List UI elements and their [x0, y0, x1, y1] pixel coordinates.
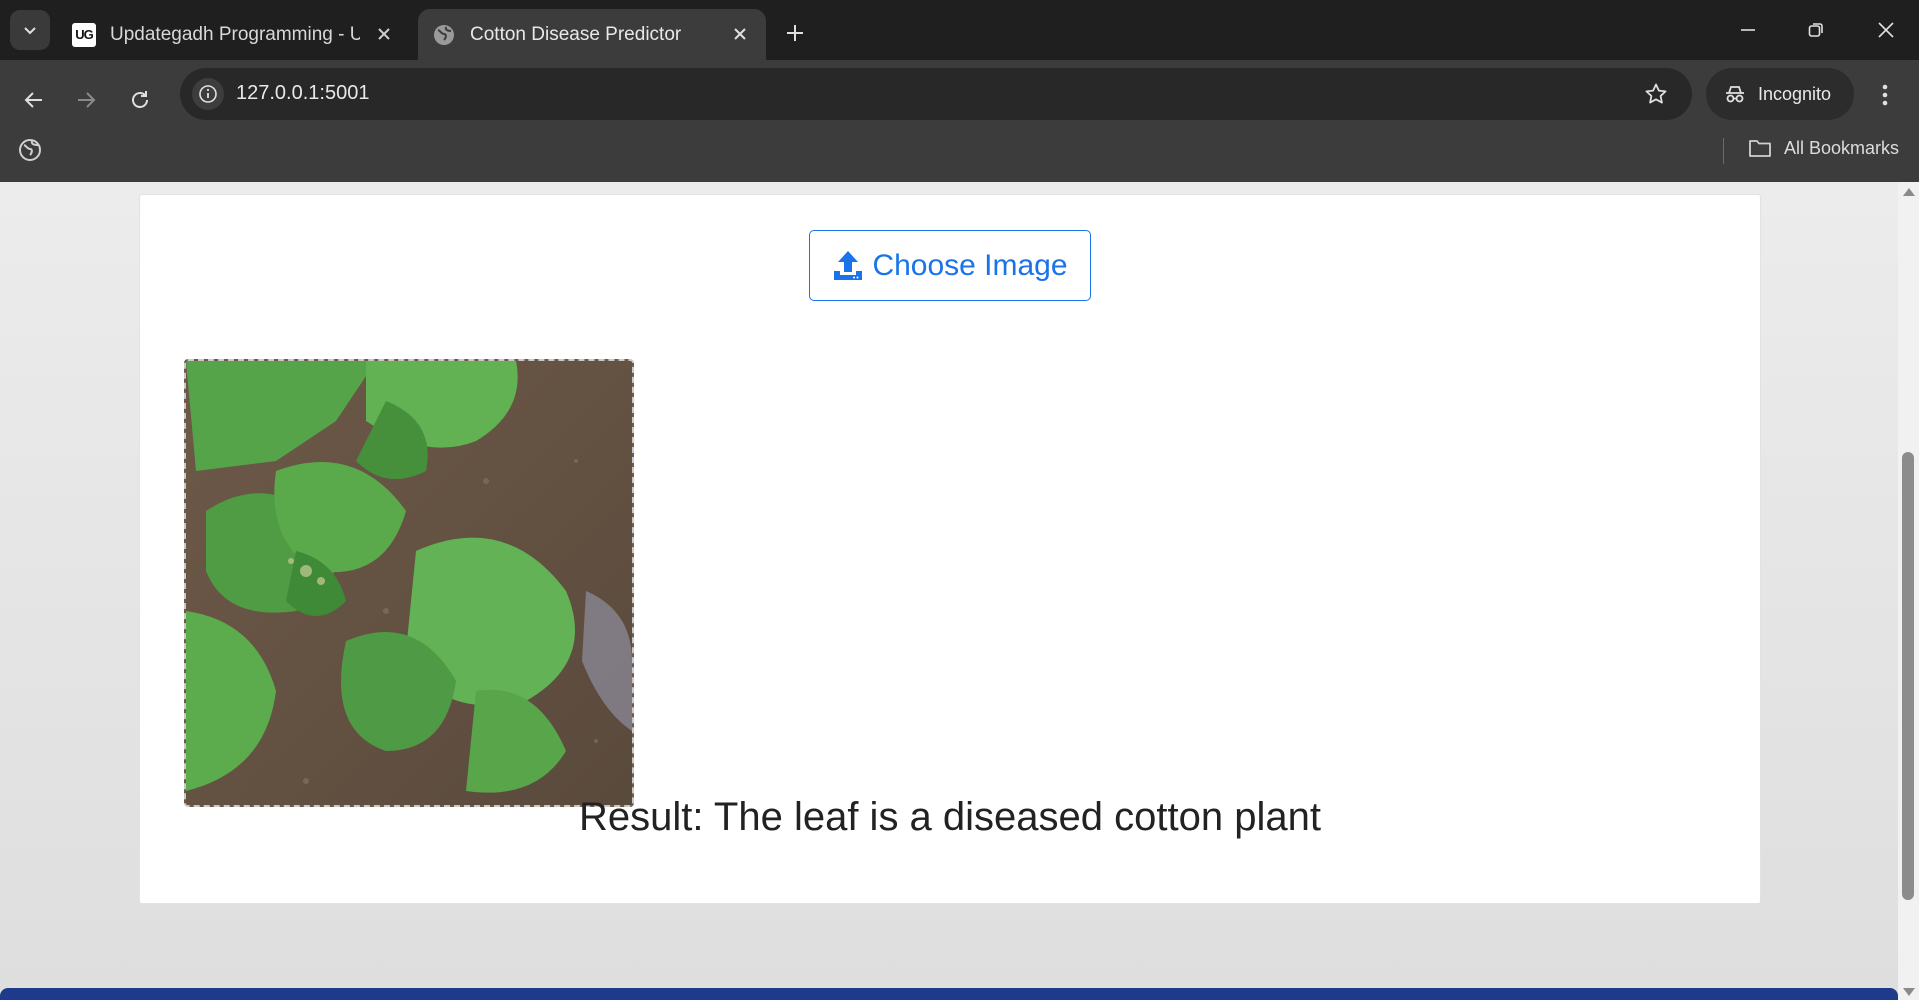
incognito-label: Incognito — [1758, 83, 1832, 104]
upload-icon — [834, 250, 863, 280]
minimize-icon — [1741, 29, 1755, 31]
ug-logo-icon: UG — [72, 22, 96, 47]
arrow-left-icon — [24, 92, 42, 108]
all-bookmarks-label: All Bookmarks — [1784, 137, 1900, 158]
arrow-right-icon — [78, 92, 96, 108]
cotton-leaf-photo — [186, 361, 632, 805]
reload-icon — [132, 91, 148, 108]
page-viewport: Choose Image Result: The leaf is a disea… — [0, 182, 1898, 1000]
restore-button[interactable] — [1796, 14, 1836, 46]
bookmark-divider — [1723, 138, 1724, 164]
tab-strip: UG Updategadh Programming - Up Cotton Di… — [0, 0, 1919, 60]
choose-image-button[interactable]: Choose Image — [809, 230, 1091, 301]
scrollbar-thumb[interactable] — [1902, 452, 1914, 900]
reload-button[interactable] — [120, 80, 160, 120]
incognito-badge[interactable]: Incognito — [1706, 68, 1854, 120]
predictor-card: Choose Image Result: The leaf is a disea… — [139, 194, 1761, 904]
new-tab-button[interactable] — [780, 18, 810, 48]
info-icon[interactable] — [192, 78, 224, 110]
choose-image-label: Choose Image — [872, 248, 1068, 282]
bookmark-star-icon[interactable] — [1642, 80, 1670, 108]
address-bar[interactable]: 127.0.0.1:5001 — [180, 68, 1692, 120]
tab-search-button[interactable] — [10, 10, 50, 50]
close-icon — [1878, 22, 1894, 38]
all-bookmarks-button[interactable]: All Bookmarks — [1748, 137, 1899, 159]
close-icon[interactable] — [372, 22, 396, 46]
url-text[interactable]: 127.0.0.1:5001 — [236, 82, 369, 105]
tab-cotton-disease-predictor[interactable]: Cotton Disease Predictor — [418, 9, 766, 60]
scroll-down-arrow-icon[interactable] — [1903, 988, 1915, 996]
forward-button[interactable] — [66, 80, 106, 120]
leaf-image-preview — [184, 359, 634, 807]
tab-title: Updategadh Programming - Up — [110, 23, 360, 45]
browser-toolbar: 127.0.0.1:5001 Incognito All Bookmarks — [0, 60, 1919, 188]
incognito-icon — [1726, 86, 1744, 103]
restore-icon — [1808, 23, 1823, 37]
browser-menu-button[interactable] — [1870, 80, 1900, 110]
page-footer — [0, 988, 1898, 1000]
globe-icon[interactable] — [18, 138, 42, 162]
tab-title: Cotton Disease Predictor — [470, 23, 682, 45]
more-vertical-icon — [1882, 84, 1888, 106]
minimize-button[interactable] — [1728, 14, 1768, 46]
folder-icon — [1749, 140, 1771, 157]
globe-icon — [432, 23, 456, 47]
back-button[interactable] — [14, 80, 54, 120]
plus-icon — [787, 25, 803, 41]
chevron-down-icon — [24, 27, 36, 35]
close-icon[interactable] — [728, 22, 752, 46]
vertical-scrollbar[interactable] — [1898, 182, 1919, 1000]
scroll-up-arrow-icon[interactable] — [1903, 188, 1915, 196]
window-close-button[interactable] — [1866, 14, 1906, 46]
tab-updategadh[interactable]: UG Updategadh Programming - Up — [58, 9, 410, 60]
prediction-result: Result: The leaf is a diseased cotton pl… — [579, 795, 1321, 839]
